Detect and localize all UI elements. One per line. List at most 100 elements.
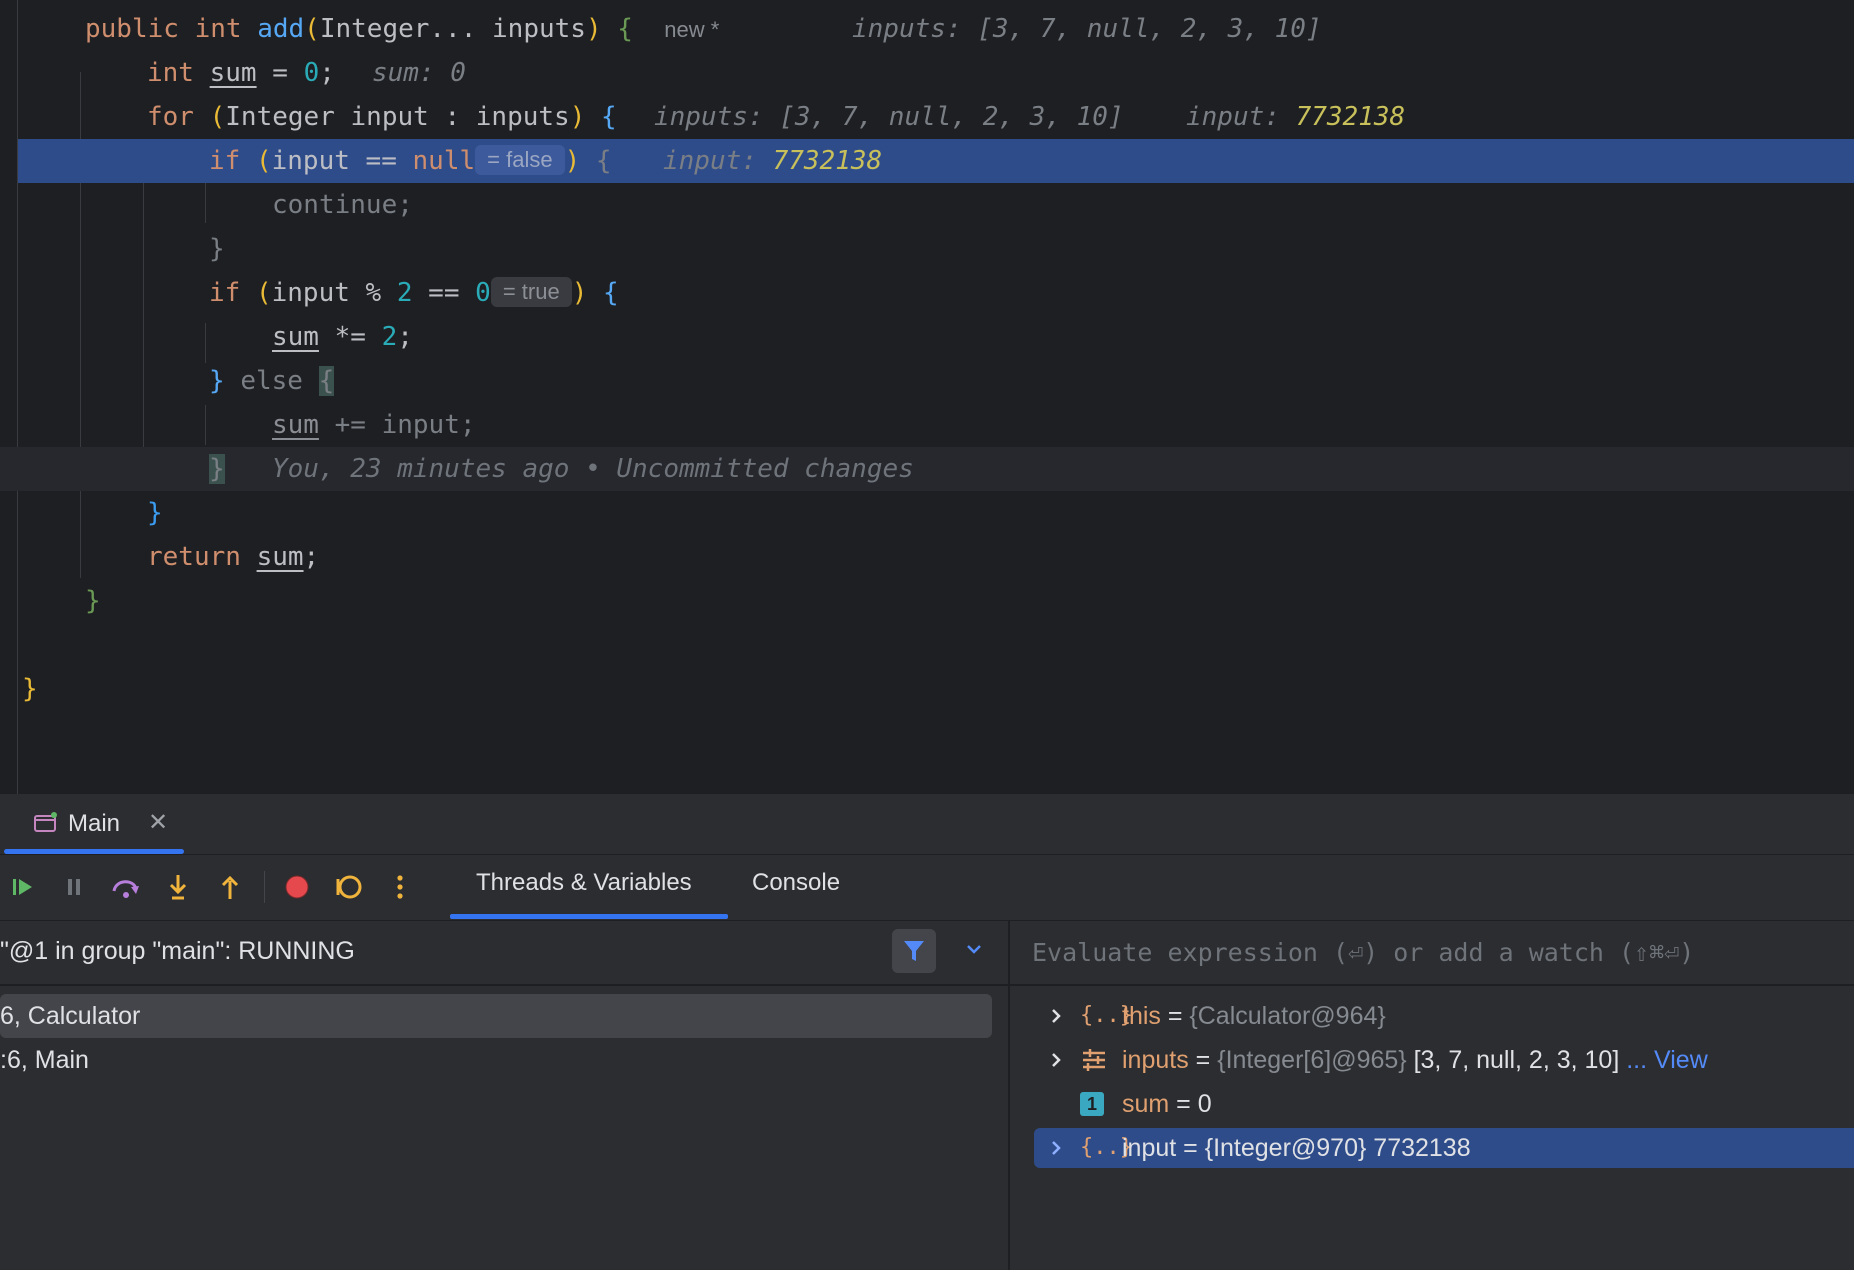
variable-row-selected[interactable]: {..} input = {Integer@970} 7732138 — [1034, 1128, 1854, 1168]
stack-frame[interactable]: :6, Main — [0, 1038, 992, 1082]
code-line[interactable]: } — [0, 579, 1854, 623]
debug-inline-label: input: — [1186, 102, 1296, 132]
number: 0 — [475, 278, 491, 308]
variable: input — [271, 146, 350, 176]
variable-name: sum — [1122, 1090, 1170, 1118]
type-name: Integer — [225, 102, 335, 132]
code-editor[interactable]: public int add(Integer... inputs) { new … — [0, 0, 1854, 794]
equals: = — [1176, 1134, 1205, 1162]
brace: } — [209, 366, 225, 396]
caret-line[interactable]: } You, 23 minutes ago • Uncommitted chan… — [0, 447, 1854, 491]
chevron-right-icon[interactable] — [1046, 1050, 1066, 1070]
tab-console[interactable]: Console — [752, 869, 840, 897]
code-line[interactable]: sum *= 2; — [0, 315, 1854, 359]
variable: sum — [272, 322, 319, 352]
keyword: public — [85, 14, 179, 44]
debug-inline-label: input: — [663, 146, 773, 176]
code-line[interactable]: if (input % 2 == 0 = true) { — [0, 271, 1854, 315]
keyword: int — [147, 58, 194, 88]
variable-row[interactable]: {..} this = {Calculator@964} — [1034, 996, 1854, 1036]
operator: == — [412, 278, 476, 308]
tab-main-label: Main — [68, 810, 121, 837]
keyword: else — [240, 366, 303, 396]
git-blame-annotation[interactable]: You, 23 minutes ago • Uncommitted change… — [272, 447, 914, 491]
method-name: add — [257, 14, 305, 44]
brace: } — [22, 674, 38, 704]
debug-inline-value: 7732138 — [772, 146, 883, 176]
stack-frame-label: :6, Main — [0, 1046, 89, 1074]
matched-brace: { — [318, 366, 335, 396]
primitive-icon: 1 — [1080, 1092, 1104, 1116]
operator: : — [428, 102, 476, 132]
tab-threads-variables[interactable]: Threads & Variables — [476, 869, 692, 897]
code-line[interactable]: public int add(Integer... inputs) { new … — [0, 7, 1854, 51]
code-line[interactable]: sum += input; — [0, 403, 1854, 447]
debug-toolbar: Threads & Variables Console — [0, 855, 1854, 921]
code-line[interactable]: } — [0, 491, 1854, 535]
equals: = — [1169, 1090, 1198, 1118]
evaluation-inlay[interactable]: = false — [475, 144, 565, 175]
keyword: for — [147, 102, 194, 132]
evaluate-expression-input[interactable] — [1030, 931, 1834, 973]
evaluate-expression-bar[interactable] — [1010, 921, 1854, 986]
semicolon: ; — [397, 322, 413, 352]
stack-frame-label: 6, Calculator — [0, 1002, 141, 1030]
mute-breakpoints-icon[interactable] — [332, 871, 364, 903]
keyword: int — [194, 14, 242, 44]
tab-main[interactable]: Main ✕ — [4, 794, 184, 854]
brace: { — [595, 146, 612, 176]
frames-panel: "@1 in group "main": RUNNING 6, Calculat… — [0, 921, 1010, 1270]
application-icon — [34, 812, 57, 832]
code-line[interactable]: continue; — [0, 183, 1854, 227]
code-line[interactable]: } else { — [0, 359, 1854, 403]
more-options-icon[interactable] — [384, 871, 416, 903]
paren: ( — [255, 278, 272, 308]
operator: % — [349, 278, 397, 308]
evaluation-inlay[interactable]: = true — [490, 276, 572, 307]
code-line[interactable]: for (Integer input : inputs) { inputs: [… — [0, 95, 1854, 139]
pause-icon[interactable] — [58, 871, 90, 903]
matched-brace: } — [209, 454, 225, 484]
thread-selector[interactable]: "@1 in group "main": RUNNING — [0, 921, 1008, 986]
keyword: if — [209, 278, 241, 308]
paren: ( — [209, 102, 226, 132]
paren: ) — [564, 146, 581, 176]
variable-value: {Integer@970} 7732138 — [1204, 1134, 1471, 1162]
active-tab-indicator — [450, 914, 728, 919]
variable-row[interactable]: inputs = {Integer[6]@965} [3, 7, null, 2… — [1034, 1040, 1854, 1080]
close-icon[interactable]: ✕ — [148, 808, 168, 837]
stack-frame[interactable]: 6, Calculator — [0, 994, 992, 1038]
step-out-icon[interactable] — [214, 871, 246, 903]
semicolon: ; — [303, 542, 320, 572]
usage-hint[interactable]: new * — [664, 17, 719, 42]
filter-icon — [904, 941, 924, 961]
code-line[interactable]: } — [0, 227, 1854, 271]
paren: ) — [569, 102, 586, 132]
chevron-right-icon[interactable] — [1046, 1006, 1066, 1026]
chevron-down-icon[interactable] — [964, 939, 984, 959]
thread-status: "@1 in group "main": RUNNING — [0, 937, 355, 965]
debug-inline-value: 7732138 — [1295, 102, 1406, 132]
brace: } — [147, 498, 163, 528]
variable: sum — [272, 410, 319, 440]
code-line[interactable]: int sum = 0; sum: 0 — [0, 51, 1854, 95]
equals: = — [1188, 1046, 1218, 1074]
execution-point-line[interactable]: if (input == null = false) { input: 77321… — [18, 139, 1854, 183]
variable-name: this — [1122, 1002, 1161, 1030]
variable: inputs — [475, 102, 570, 132]
view-link[interactable]: ... View — [1619, 1046, 1708, 1074]
variable: sum — [256, 542, 304, 572]
resume-icon[interactable] — [6, 871, 38, 903]
code-line[interactable]: } — [0, 667, 1854, 711]
code-line[interactable]: return sum; — [0, 535, 1854, 579]
step-over-icon[interactable] — [110, 871, 142, 903]
stop-icon[interactable] — [280, 871, 312, 903]
array-icon — [1083, 1049, 1105, 1071]
chevron-right-icon[interactable] — [1046, 1138, 1066, 1158]
brace: } — [209, 234, 225, 264]
brace: { — [617, 14, 633, 44]
variable-name: inputs — [1122, 1046, 1189, 1074]
step-into-icon[interactable] — [162, 871, 194, 903]
variable-row[interactable]: 1 sum = 0 — [1034, 1084, 1854, 1124]
filter-button[interactable] — [892, 929, 936, 973]
